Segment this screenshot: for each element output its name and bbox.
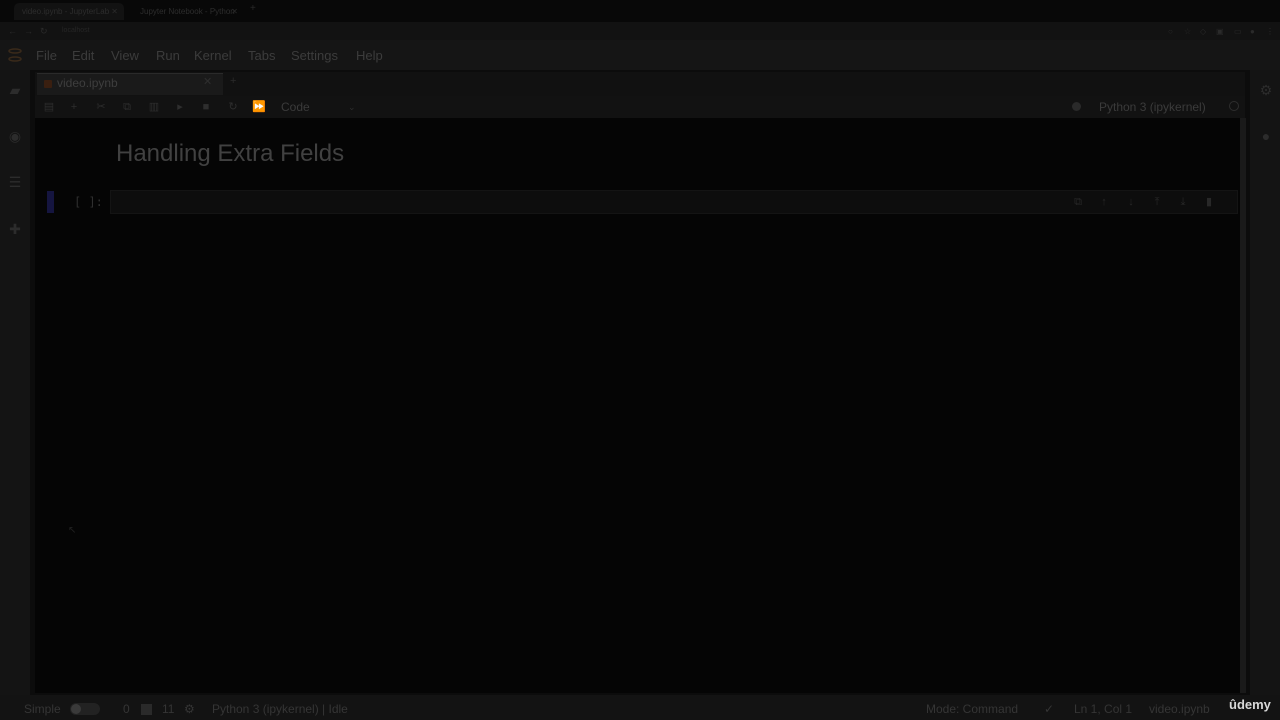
menu-bar: [0, 40, 1280, 70]
simple-mode-label: Simple: [24, 702, 61, 716]
gear-icon: ⚙: [184, 702, 195, 716]
markdown-heading: Handling Extra Fields: [116, 140, 345, 167]
extension-icon[interactable]: ✚: [7, 221, 23, 237]
insert-above-icon[interactable]: ⤒: [1150, 195, 1164, 209]
terminal-icon: [141, 704, 152, 715]
paste-icon[interactable]: ▥: [147, 99, 161, 115]
more-icon[interactable]: ⋮: [1266, 27, 1274, 36]
move-up-icon[interactable]: ↑: [1097, 195, 1111, 209]
kernel-status-indicator: [1072, 102, 1081, 111]
right-sidebar: [1250, 70, 1280, 695]
mode-indicator: Mode: Command: [926, 702, 1019, 716]
browser-tab-label: Jupyter Notebook - Python: [140, 7, 235, 16]
restart-icon[interactable]: ↻: [226, 99, 240, 115]
running-icon[interactable]: ◉: [7, 128, 23, 144]
puzzle-icon[interactable]: ◇: [1200, 27, 1208, 36]
notebook-icon: [44, 80, 52, 88]
url-field[interactable]: localhost: [62, 26, 1152, 36]
profile-icon[interactable]: ●: [1250, 27, 1258, 36]
close-icon[interactable]: ✕: [203, 75, 212, 88]
kernel-name-button[interactable]: Python 3 (ipykernel): [1099, 99, 1206, 115]
notebook-toolbar: [35, 96, 1245, 119]
folder-icon[interactable]: ▰: [7, 82, 23, 98]
browser-tab-jupyterlab[interactable]: video.ipynb - JupyterLab ✕: [14, 3, 124, 20]
run-icon[interactable]: ▸: [173, 99, 187, 115]
cursor-position[interactable]: Ln 1, Col 1: [1074, 702, 1132, 716]
save-icon[interactable]: ▤: [42, 99, 56, 115]
window-icon[interactable]: ▭: [1234, 27, 1242, 36]
udemy-watermark: ûdemy: [1229, 697, 1271, 712]
browser-tab-notebook[interactable]: Jupyter Notebook - Python ✕: [132, 3, 244, 20]
toc-icon[interactable]: ☰: [7, 174, 23, 190]
property-inspector-icon[interactable]: ⚙: [1258, 82, 1274, 98]
menu-file[interactable]: File: [36, 48, 57, 63]
extension-icon[interactable]: ○: [1168, 27, 1176, 36]
duplicate-icon[interactable]: ⧉: [1071, 195, 1085, 209]
back-icon[interactable]: ←: [8, 22, 17, 40]
code-cell-editor[interactable]: [110, 190, 1238, 214]
cut-icon[interactable]: ✂: [94, 99, 108, 115]
toggle-knob: [71, 704, 81, 714]
document-tab-label: video.ipynb: [57, 76, 118, 90]
cell-type-select[interactable]: Code: [281, 99, 310, 115]
mouse-cursor-icon: ↖: [68, 525, 77, 536]
chevron-down-icon[interactable]: ⌄: [348, 99, 356, 115]
close-icon[interactable]: ✕: [231, 3, 238, 20]
left-sidebar: [0, 70, 30, 695]
move-down-icon[interactable]: ↓: [1124, 195, 1138, 209]
insert-below-icon[interactable]: ⤓: [1176, 195, 1190, 209]
menu-edit[interactable]: Edit: [72, 48, 94, 63]
bookmark-icon[interactable]: ☆: [1184, 27, 1192, 36]
check-icon: ✓: [1044, 702, 1055, 716]
cell-prompt: [ ]:: [74, 195, 103, 209]
menu-settings[interactable]: Settings: [291, 48, 338, 63]
menu-kernel[interactable]: Kernel: [194, 48, 232, 63]
menu-tabs[interactable]: Tabs: [248, 48, 275, 63]
reload-icon[interactable]: ↻: [40, 22, 48, 40]
kernel-status-text[interactable]: Python 3 (ipykernel) | Idle: [212, 702, 348, 716]
menu-run[interactable]: Run: [156, 48, 180, 63]
forward-icon[interactable]: →: [24, 22, 33, 40]
scrollbar[interactable]: [1240, 118, 1246, 693]
jupyter-logo-icon: [8, 48, 22, 62]
close-icon[interactable]: ✕: [111, 3, 118, 20]
delete-icon[interactable]: ▮: [1202, 195, 1216, 209]
menu-view[interactable]: View: [111, 48, 139, 63]
current-file-name: video.ipynb: [1149, 702, 1210, 716]
copy-icon[interactable]: ⧉: [120, 99, 134, 115]
sidebar-toggle-icon[interactable]: ▣: [1216, 27, 1224, 36]
add-cell-icon[interactable]: +: [67, 99, 81, 115]
debugger-icon[interactable]: ●: [1258, 128, 1274, 144]
new-tab-button[interactable]: +: [250, 3, 256, 14]
browser-tab-label: video.ipynb - JupyterLab: [22, 7, 110, 16]
terminals-count[interactable]: 0: [123, 702, 130, 716]
fast-forward-icon[interactable]: ⏩: [252, 99, 266, 115]
kernels-count[interactable]: 11: [162, 702, 174, 716]
new-launcher-icon[interactable]: +: [230, 75, 236, 87]
kernel-idle-icon: [1229, 101, 1239, 111]
active-cell-marker: [47, 191, 54, 213]
menu-help[interactable]: Help: [356, 48, 383, 63]
stop-icon[interactable]: ■: [199, 99, 213, 115]
